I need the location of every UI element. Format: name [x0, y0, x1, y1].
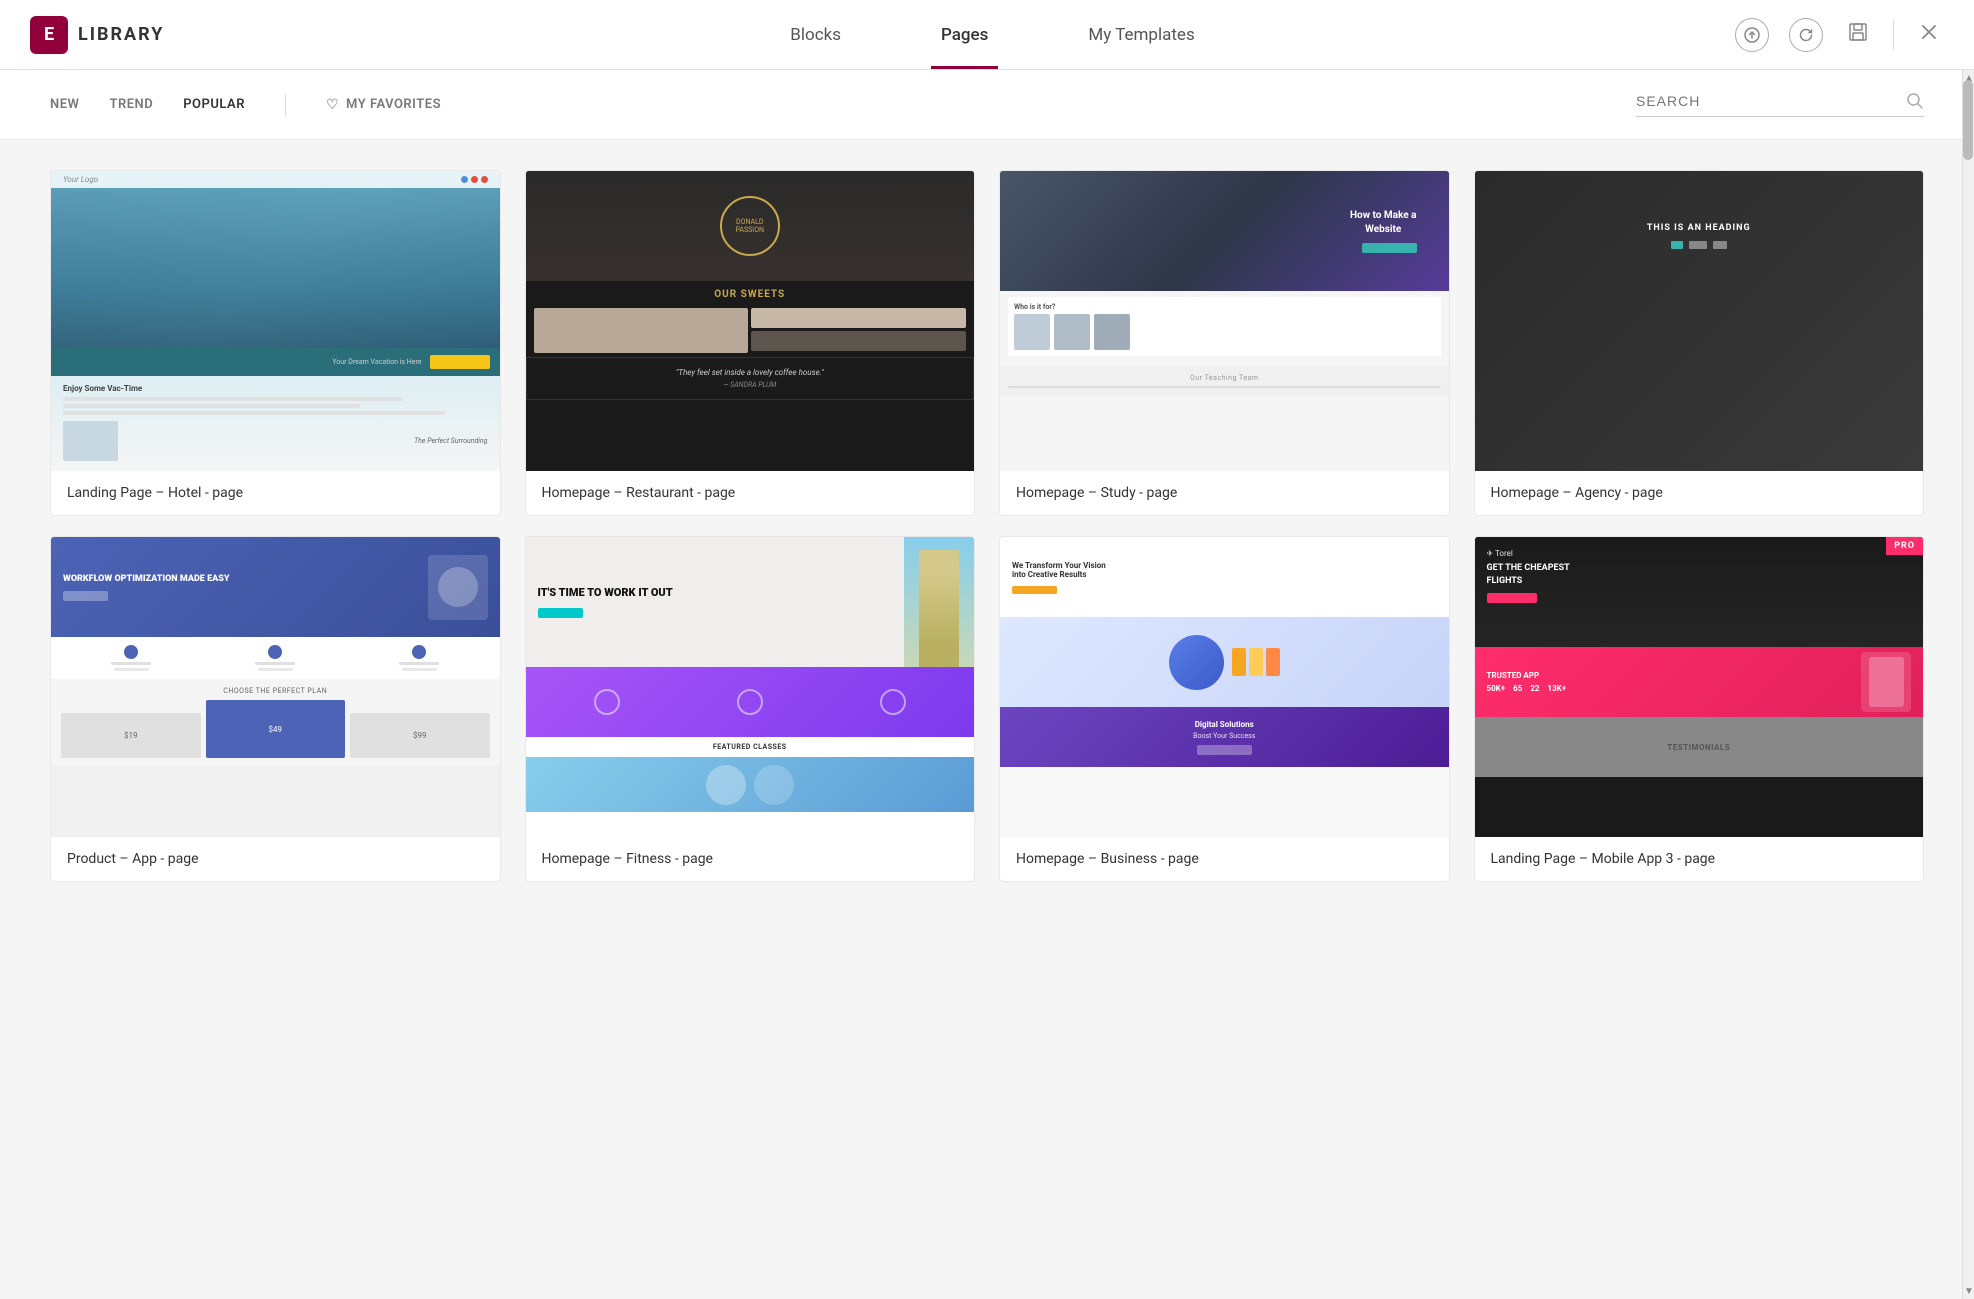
pro-badge: PRO [1886, 537, 1923, 555]
close-button[interactable] [1914, 17, 1944, 53]
header-divider [1893, 20, 1894, 50]
logo-title: LIBRARY [78, 24, 164, 45]
filter-favorites[interactable]: ♡ MY FAVORITES [326, 97, 441, 113]
template-card-business[interactable]: We Transform Your Visioninto Creative Re… [999, 536, 1450, 882]
search-input[interactable] [1636, 93, 1896, 109]
template-card-mobile[interactable]: PRO ✈ Torel GET THE CHEAPESTFLIGHTS TRUS… [1474, 536, 1925, 882]
template-label-mobile: Landing Page – Mobile App 3 - page [1475, 837, 1924, 881]
template-thumb-fitness: IT'S TIME TO WORK IT OUT [526, 537, 975, 837]
tab-my-templates[interactable]: My Templates [1078, 0, 1204, 69]
header-actions [1735, 17, 1944, 53]
template-label-agency: Homepage – Agency - page [1475, 471, 1924, 515]
filter-divider [285, 94, 286, 116]
template-card-study[interactable]: How to Make aWebsite Who is it for? [999, 170, 1450, 516]
template-label-business: Homepage – Business - page [1000, 837, 1449, 881]
refresh-button[interactable] [1789, 18, 1823, 52]
template-label-fitness: Homepage – Fitness - page [526, 837, 975, 881]
product-hero-text: WORKFLOW OPTIMIZATION MADE EASY [63, 573, 418, 586]
template-card-fitness[interactable]: IT'S TIME TO WORK IT OUT [525, 536, 976, 882]
header: E LIBRARY Blocks Pages My Templates [0, 0, 1974, 70]
scrollbar-thumb[interactable] [1963, 80, 1973, 160]
template-grid-row2: WORKFLOW OPTIMIZATION MADE EASY [50, 536, 1924, 882]
template-card-product[interactable]: WORKFLOW OPTIMIZATION MADE EASY [50, 536, 501, 882]
template-thumb-product: WORKFLOW OPTIMIZATION MADE EASY [51, 537, 500, 837]
fitness-hero-text: IT'S TIME TO WORK IT OUT [538, 586, 893, 600]
template-thumb-agency: THIS IS AN HEADING [1475, 171, 1924, 471]
main-content: Your Logo Your Dream Vacation is Here [0, 140, 1974, 912]
filter-tabs: NEW TREND POPULAR ♡ MY FAVORITES [50, 94, 441, 116]
save-button[interactable] [1843, 17, 1873, 53]
template-card-agency[interactable]: THIS IS AN HEADING [1474, 170, 1925, 516]
search-area [1636, 92, 1924, 117]
template-card-restaurant[interactable]: DONALDPASSION OUR SWEETS "They feel s [525, 170, 976, 516]
template-label-study: Homepage – Study - page [1000, 471, 1449, 515]
template-thumb-hotel: Your Logo Your Dream Vacation is Here [51, 171, 500, 471]
filter-popular[interactable]: POPULAR [183, 97, 245, 112]
filter-trend[interactable]: TREND [109, 97, 153, 112]
template-thumb-study: How to Make aWebsite Who is it for? [1000, 171, 1449, 471]
heart-icon: ♡ [326, 97, 339, 113]
template-grid-row1: Your Logo Your Dream Vacation is Here [50, 170, 1924, 516]
tab-blocks[interactable]: Blocks [780, 0, 851, 69]
scrollbar-track: ▲ ▼ [1962, 70, 1974, 1299]
template-label-hotel: Landing Page – Hotel - page [51, 471, 500, 515]
filter-bar: NEW TREND POPULAR ♡ MY FAVORITES [0, 70, 1974, 140]
search-icon [1906, 92, 1924, 110]
logo-icon: E [30, 16, 68, 54]
tab-pages[interactable]: Pages [931, 0, 998, 69]
template-thumb-restaurant: DONALDPASSION OUR SWEETS "They feel s [526, 171, 975, 471]
filter-new[interactable]: NEW [50, 97, 79, 112]
template-thumb-business: We Transform Your Visioninto Creative Re… [1000, 537, 1449, 837]
logo-area: E LIBRARY [30, 16, 250, 54]
scrollbar-arrow-down[interactable]: ▼ [1963, 1283, 1974, 1299]
template-label-product: Product – App - page [51, 837, 500, 881]
upload-button[interactable] [1735, 18, 1769, 52]
template-thumb-mobile: PRO ✈ Torel GET THE CHEAPESTFLIGHTS TRUS… [1475, 537, 1924, 837]
template-card-hotel[interactable]: Your Logo Your Dream Vacation is Here [50, 170, 501, 516]
template-label-restaurant: Homepage – Restaurant - page [526, 471, 975, 515]
nav-tabs: Blocks Pages My Templates [250, 0, 1735, 69]
